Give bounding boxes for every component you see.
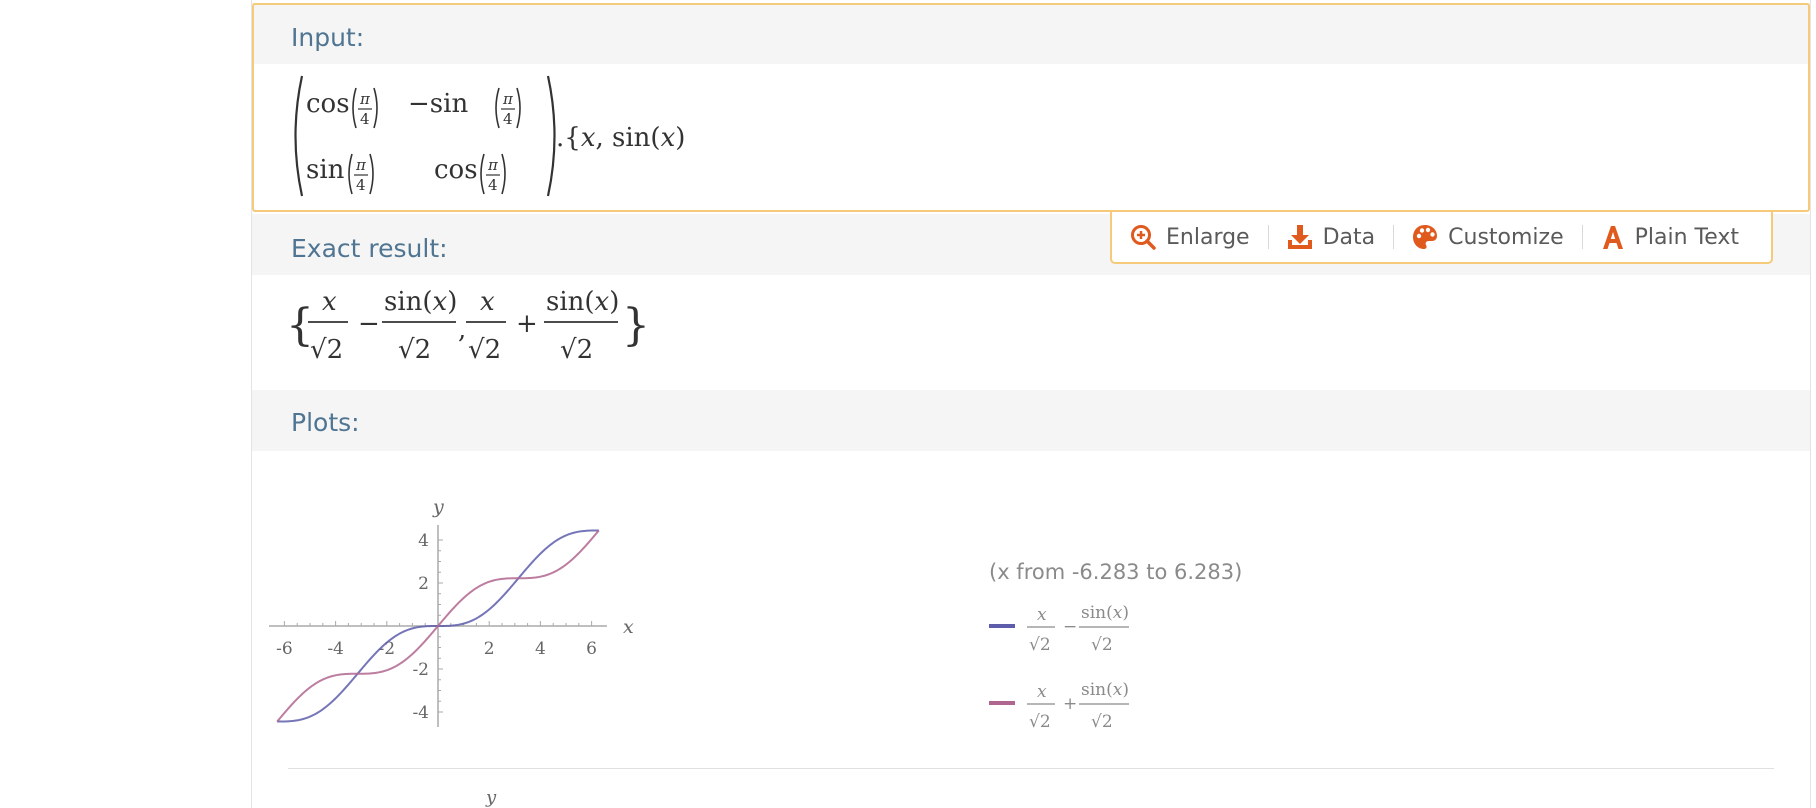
plain-text-button[interactable]: Plain Text	[1601, 224, 1739, 250]
input-pod-frame	[252, 3, 1810, 212]
exact-pod-title: Exact result:	[291, 234, 448, 263]
svg-text:√2: √2	[560, 335, 593, 365]
x-tick-label: 4	[535, 639, 546, 659]
y-tick-label: -4	[412, 703, 429, 723]
customize-label: Customize	[1448, 224, 1564, 250]
pod-divider	[288, 768, 1774, 769]
svg-text:√2: √2	[1029, 712, 1051, 732]
toolbar-separator	[1267, 225, 1269, 249]
plot-legend: x √2 − sin(x) √2 x √2 + sin(x) √2	[989, 603, 1129, 732]
text-icon	[1602, 226, 1623, 249]
x-axis-label: x	[623, 616, 634, 638]
enlarge-label: Enlarge	[1166, 224, 1250, 250]
svg-text:√2: √2	[1029, 635, 1051, 655]
svg-text:+: +	[1063, 694, 1077, 714]
toolbar-separator	[1581, 225, 1583, 249]
y-axis-label: y	[432, 496, 444, 518]
legend-item-2: x √2 + sin(x) √2	[989, 680, 1129, 732]
svg-text:sin(x): sin(x)	[384, 287, 457, 317]
svg-text:√2: √2	[1091, 635, 1113, 655]
legend-item-1: x √2 − sin(x) √2	[989, 603, 1129, 655]
svg-text:sin(x): sin(x)	[546, 287, 619, 317]
y-tick-label: -2	[412, 660, 429, 680]
palette-icon	[1413, 225, 1438, 249]
svg-text:x: x	[480, 287, 495, 317]
x-tick-label: -4	[327, 639, 344, 659]
svg-text:√2: √2	[1091, 712, 1113, 732]
svg-text:√2: √2	[398, 335, 431, 365]
svg-text:sin(x): sin(x)	[1081, 603, 1129, 623]
next-plot-y-label: y	[486, 787, 497, 808]
exact-result-expression: { x √2 − sin(x) √2 , x √2 + sin(x) √2 }	[286, 287, 650, 365]
customize-button[interactable]: Customize	[1412, 224, 1564, 250]
svg-text:+: +	[516, 309, 538, 339]
plots-pod-header: Plots:	[252, 390, 1810, 451]
svg-text:√2: √2	[468, 335, 501, 365]
y-tick-label: 4	[418, 531, 429, 551]
enlarge-button[interactable]: Enlarge	[1130, 224, 1250, 250]
svg-text:x: x	[1037, 605, 1047, 625]
y-tick-label: 2	[418, 574, 429, 594]
data-button[interactable]: Data	[1287, 224, 1376, 250]
plot-range-label: (x from -6.283 to 6.283)	[989, 560, 1243, 584]
svg-text:x: x	[1037, 682, 1047, 702]
pod-toolbar: Enlarge Data Customize Plain Text	[1110, 212, 1773, 264]
svg-text:x: x	[322, 287, 337, 317]
pods-container: Input: cos π 4 −sin π 4 sin π 4 cos π 4 …	[251, 0, 1811, 808]
svg-text:−: −	[1063, 617, 1077, 637]
toolbar-separator	[1393, 225, 1395, 249]
x-tick-label: 2	[484, 639, 495, 659]
plot-chart: xy-6 -4 -2 2 4 642-2-4	[269, 496, 634, 728]
svg-text:√2: √2	[310, 335, 343, 365]
x-tick-label: -6	[276, 639, 293, 659]
data-label: Data	[1322, 224, 1376, 250]
download-icon	[1287, 225, 1312, 249]
plots-pod-title: Plots:	[291, 408, 360, 437]
plain-text-label: Plain Text	[1634, 224, 1740, 250]
svg-text:sin(x): sin(x)	[1081, 680, 1129, 700]
svg-text:−: −	[358, 309, 380, 339]
svg-text:}: }	[622, 300, 650, 351]
zoom-in-icon	[1131, 225, 1156, 250]
x-tick-label: 6	[586, 639, 597, 659]
svg-text:,: ,	[458, 315, 466, 345]
